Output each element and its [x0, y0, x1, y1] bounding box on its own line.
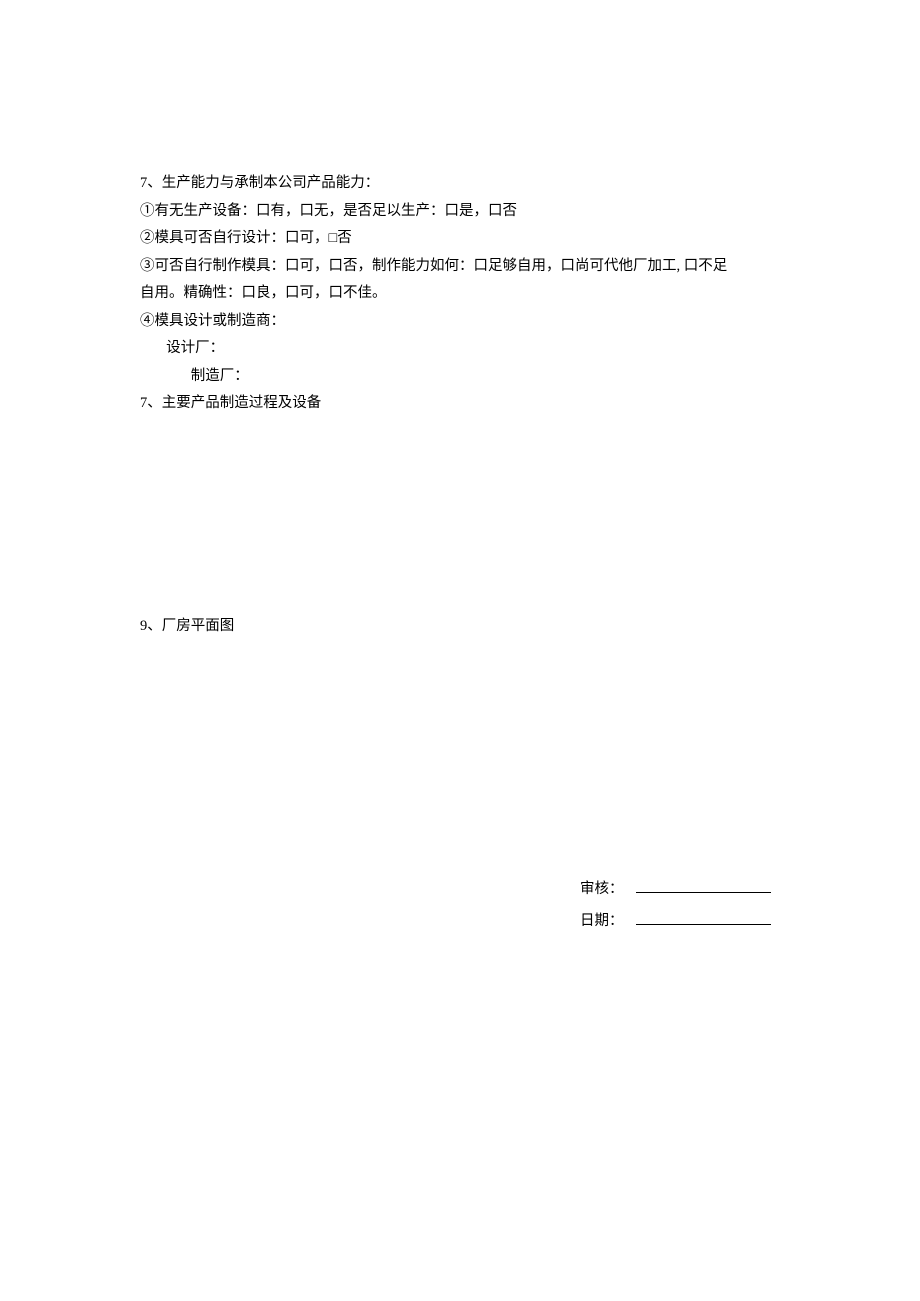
question-4: ④模具设计或制造商： — [140, 308, 780, 336]
section-9-title: 9、厂房平面图 — [140, 613, 780, 641]
section-7b-title: 7、主要产品制造过程及设备 — [140, 390, 780, 418]
question-1: ①有无生产设备：口有，口无，是否足以生产：口是，口否 — [140, 198, 780, 226]
manufacture-factory: 制造厂： — [140, 363, 780, 391]
question-3-line-1: ③可否自行制作模具：口可，口否，制作能力如何：口足够自用，口尚可代他厂加工, 口… — [140, 253, 780, 281]
document-content: 7、生产能力与承制本公司产品能力： ①有无生产设备：口有，口无，是否足以生产：口… — [140, 170, 780, 936]
reviewer-input-line[interactable] — [636, 879, 771, 894]
reviewer-row: 审核： — [580, 876, 780, 904]
signature-block: 审核： 日期： — [140, 876, 780, 935]
date-row: 日期： — [580, 908, 780, 936]
section-7-title: 7、生产能力与承制本公司产品能力： — [140, 170, 780, 198]
date-label: 日期： — [580, 908, 624, 936]
question-2: ②模具可否自行设计：口可，□否 — [140, 225, 780, 253]
question-3-line-2: 自用。精确性：口良，口可，口不佳。 — [140, 280, 780, 308]
date-input-line[interactable] — [636, 911, 771, 926]
design-factory: 设计厂： — [140, 335, 780, 363]
reviewer-label: 审核： — [580, 876, 624, 904]
